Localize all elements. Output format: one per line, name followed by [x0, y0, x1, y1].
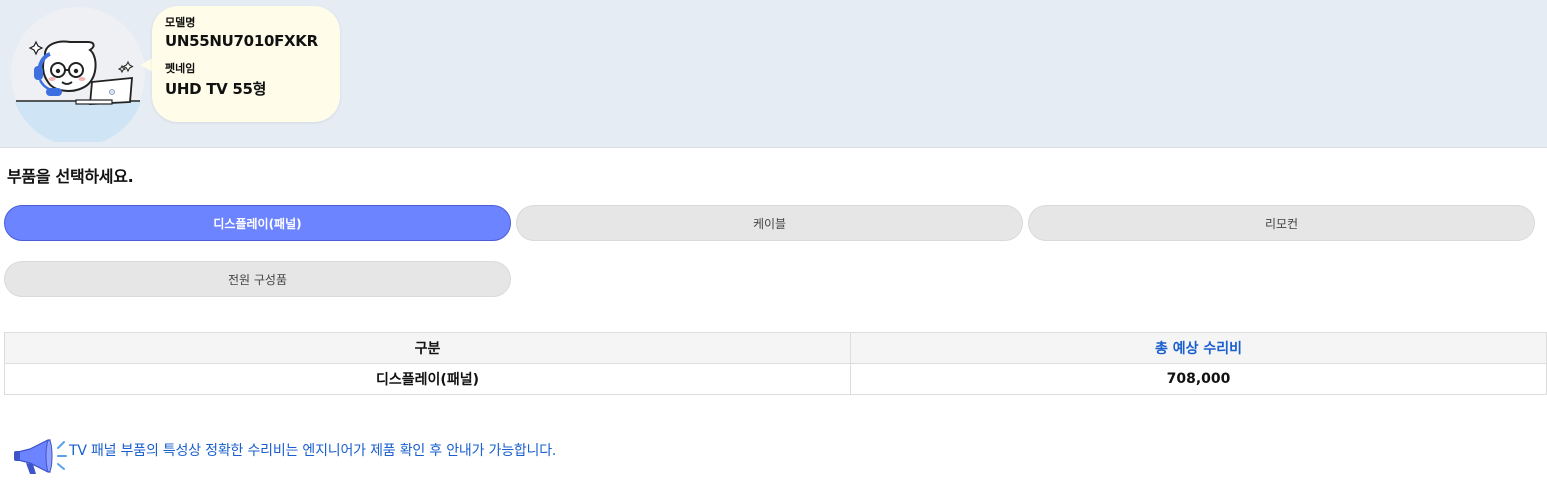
- part-button-label: 리모컨: [1264, 216, 1299, 231]
- category-header: 구분: [4, 332, 851, 364]
- table-header-row: 구분 총 예상 수리비: [4, 332, 1547, 364]
- model-label: 모델명: [165, 16, 196, 29]
- petname-value: UHD TV 55형: [165, 80, 267, 98]
- megaphone-icon: [14, 439, 67, 474]
- part-button-cable[interactable]: 케이블: [516, 205, 1023, 241]
- category-cell: 디스플레이(패널): [4, 363, 851, 395]
- section-title: 부품을 선택하세요.: [7, 167, 134, 186]
- part-button-power[interactable]: 전원 구성품: [4, 261, 511, 297]
- product-header: 모델명 UN55NU7010FXKR 펫네임 UHD TV 55형: [0, 0, 1547, 148]
- product-info-bubble: 모델명 UN55NU7010FXKR 펫네임 UHD TV 55형: [152, 6, 340, 122]
- model-value: UN55NU7010FXKR: [165, 32, 318, 50]
- notice-text: TV 패널 부품의 특성상 정확한 수리비는 엔지니어가 제품 확인 후 안내가…: [69, 443, 557, 459]
- notice: TV 패널 부품의 특성상 정확한 수리비는 엔지니어가 제품 확인 후 안내가…: [12, 436, 812, 476]
- part-button-remote[interactable]: 리모컨: [1028, 205, 1535, 241]
- part-button-label: 디스플레이(패널): [213, 216, 302, 231]
- petname-label: 펫네임: [165, 62, 196, 75]
- table-row: 디스플레이(패널) 708,000: [4, 363, 1547, 395]
- support-agent-mascot-icon: [10, 6, 146, 147]
- part-button-label: 전원 구성품: [227, 272, 287, 287]
- total-cost-header: 총 예상 수리비: [850, 332, 1547, 364]
- part-button-label: 케이블: [752, 216, 787, 231]
- repair-cost-table: 구분 총 예상 수리비 디스플레이(패널) 708,000: [4, 332, 1547, 395]
- part-button-display[interactable]: 디스플레이(패널): [4, 205, 511, 241]
- cost-cell: 708,000: [850, 363, 1547, 395]
